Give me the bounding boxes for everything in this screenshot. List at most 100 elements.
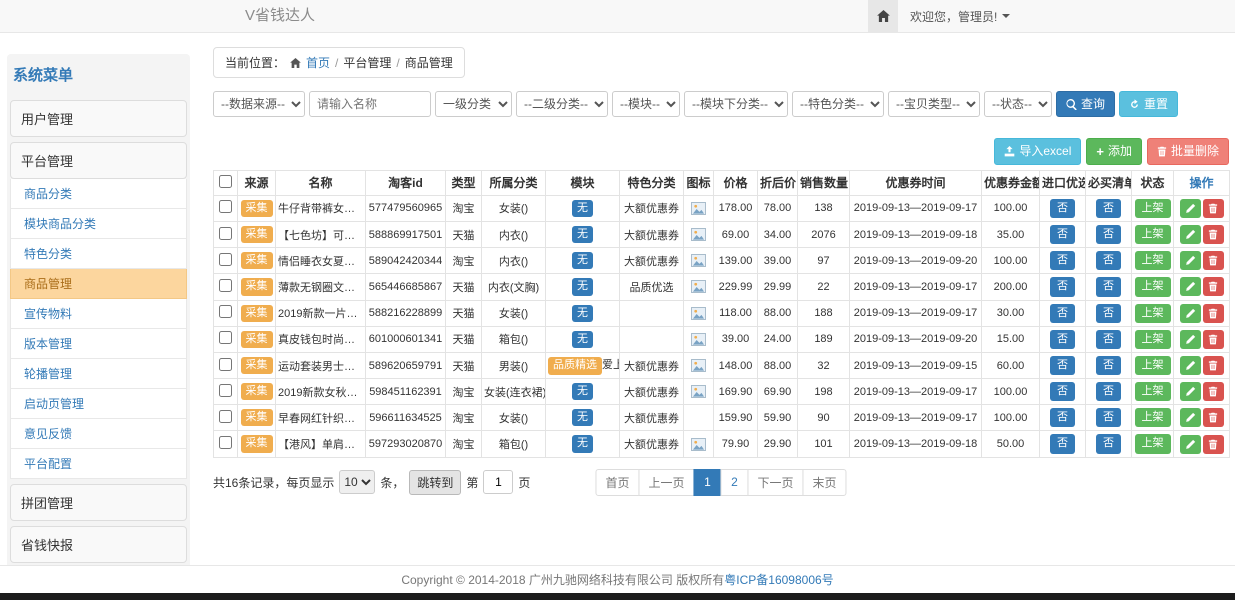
delete-button[interactable] <box>1203 251 1224 270</box>
sidebar-item-group-buy-management[interactable]: 拼团管理 <box>10 484 187 521</box>
filter-featured-category[interactable]: --特色分类-- <box>792 91 884 117</box>
batch-delete-button[interactable]: 批量删除 <box>1147 138 1229 164</box>
must-buy-toggle[interactable]: 否 <box>1096 225 1121 244</box>
status-button[interactable]: 上架 <box>1135 277 1171 296</box>
page-button[interactable]: 末页 <box>803 469 847 496</box>
icp-link[interactable]: 粤ICP备16098006号 <box>724 573 833 587</box>
import-select-toggle[interactable]: 否 <box>1050 304 1075 323</box>
delete-button[interactable] <box>1203 382 1224 401</box>
row-checkbox[interactable] <box>219 331 232 344</box>
sidebar-item-saving-express[interactable]: 省钱快报 <box>10 526 187 563</box>
filter-name[interactable] <box>309 91 431 117</box>
sidebar-item-promo-material[interactable]: 宣传物料 <box>10 299 187 329</box>
must-buy-toggle[interactable]: 否 <box>1096 356 1121 375</box>
row-checkbox[interactable] <box>219 358 232 371</box>
home-button[interactable] <box>868 0 898 32</box>
filter-category-level2[interactable]: --二级分类-- <box>516 91 608 117</box>
page-button[interactable]: 上一页 <box>638 469 694 496</box>
sidebar-item-platform-management[interactable]: 平台管理 <box>10 142 187 179</box>
edit-button[interactable] <box>1180 356 1201 375</box>
edit-button[interactable] <box>1180 199 1201 218</box>
status-button[interactable]: 上架 <box>1135 304 1171 323</box>
row-checkbox[interactable] <box>219 305 232 318</box>
jump-button[interactable]: 跳转到 <box>409 470 461 495</box>
add-button[interactable]: + 添加 <box>1086 138 1142 164</box>
row-checkbox[interactable] <box>219 200 232 213</box>
row-checkbox[interactable] <box>219 279 232 292</box>
must-buy-toggle[interactable]: 否 <box>1096 199 1121 218</box>
filter-data-source[interactable]: --数据来源-- <box>213 91 305 117</box>
must-buy-toggle[interactable]: 否 <box>1096 330 1121 349</box>
delete-button[interactable] <box>1203 304 1224 323</box>
import-select-toggle[interactable]: 否 <box>1050 277 1075 296</box>
sidebar-item-platform-config[interactable]: 平台配置 <box>10 449 187 479</box>
delete-button[interactable] <box>1203 199 1224 218</box>
edit-button[interactable] <box>1180 277 1201 296</box>
delete-button[interactable] <box>1203 330 1224 349</box>
sidebar-item-product-management[interactable]: 商品管理 <box>10 269 187 299</box>
reset-button[interactable]: 重置 <box>1119 91 1178 117</box>
import-select-toggle[interactable]: 否 <box>1050 225 1075 244</box>
import-excel-button[interactable]: 导入excel <box>994 138 1081 164</box>
status-button[interactable]: 上架 <box>1135 251 1171 270</box>
import-select-toggle[interactable]: 否 <box>1050 199 1075 218</box>
row-checkbox[interactable] <box>219 384 232 397</box>
delete-button[interactable] <box>1203 277 1224 296</box>
filter-status[interactable]: --状态-- <box>984 91 1052 117</box>
must-buy-toggle[interactable]: 否 <box>1096 408 1121 427</box>
filter-item-type[interactable]: --宝贝类型-- <box>888 91 980 117</box>
sidebar-item-splash-page-management[interactable]: 启动页管理 <box>10 389 187 419</box>
sidebar-item-carousel-management[interactable]: 轮播管理 <box>10 359 187 389</box>
status-button[interactable]: 上架 <box>1135 225 1171 244</box>
import-select-toggle[interactable]: 否 <box>1050 408 1075 427</box>
must-buy-toggle[interactable]: 否 <box>1096 277 1121 296</box>
row-checkbox[interactable] <box>219 410 232 423</box>
edit-button[interactable] <box>1180 382 1201 401</box>
edit-button[interactable] <box>1180 435 1201 454</box>
filter-module[interactable]: --模块-- <box>612 91 680 117</box>
import-select-toggle[interactable]: 否 <box>1050 356 1075 375</box>
status-button[interactable]: 上架 <box>1135 382 1171 401</box>
status-button[interactable]: 上架 <box>1135 434 1171 453</box>
edit-button[interactable] <box>1180 225 1201 244</box>
page-button[interactable]: 下一页 <box>748 469 804 496</box>
page-button[interactable]: 1 <box>694 469 722 496</box>
filter-module-subcategory[interactable]: --模块下分类-- <box>684 91 788 117</box>
import-select-toggle[interactable]: 否 <box>1050 330 1075 349</box>
must-buy-toggle[interactable]: 否 <box>1096 382 1121 401</box>
must-buy-toggle[interactable]: 否 <box>1096 434 1121 453</box>
sidebar-item-product-category[interactable]: 商品分类 <box>10 179 187 209</box>
edit-button[interactable] <box>1180 304 1201 323</box>
row-checkbox[interactable] <box>219 227 232 240</box>
row-checkbox[interactable] <box>219 253 232 266</box>
user-dropdown[interactable]: 欢迎您，管理员! <box>898 0 1022 32</box>
edit-button[interactable] <box>1180 251 1201 270</box>
import-select-toggle[interactable]: 否 <box>1050 434 1075 453</box>
must-buy-toggle[interactable]: 否 <box>1096 304 1121 323</box>
sidebar-item-module-product-category[interactable]: 模块商品分类 <box>10 209 187 239</box>
page-button[interactable]: 2 <box>721 469 749 496</box>
page-input[interactable] <box>483 470 513 494</box>
status-button[interactable]: 上架 <box>1135 408 1171 427</box>
delete-button[interactable] <box>1203 225 1224 244</box>
edit-button[interactable] <box>1180 408 1201 427</box>
import-select-toggle[interactable]: 否 <box>1050 251 1075 270</box>
breadcrumb-home-link[interactable]: 首页 <box>306 54 330 71</box>
status-button[interactable]: 上架 <box>1135 199 1171 218</box>
edit-button[interactable] <box>1180 330 1201 349</box>
sidebar-item-featured-category[interactable]: 特色分类 <box>10 239 187 269</box>
import-select-toggle[interactable]: 否 <box>1050 382 1075 401</box>
page-button[interactable]: 首页 <box>595 469 639 496</box>
per-page-select[interactable]: 10 <box>339 470 375 494</box>
delete-button[interactable] <box>1203 435 1224 454</box>
sidebar-item-feedback[interactable]: 意见反馈 <box>10 419 187 449</box>
row-checkbox[interactable] <box>219 436 232 449</box>
status-button[interactable]: 上架 <box>1135 356 1171 375</box>
filter-category-level1[interactable]: 一级分类 <box>435 91 512 117</box>
select-all-checkbox[interactable] <box>219 175 232 188</box>
must-buy-toggle[interactable]: 否 <box>1096 251 1121 270</box>
delete-button[interactable] <box>1203 408 1224 427</box>
status-button[interactable]: 上架 <box>1135 330 1171 349</box>
delete-button[interactable] <box>1203 356 1224 375</box>
sidebar-item-user-management[interactable]: 用户管理 <box>10 100 187 137</box>
